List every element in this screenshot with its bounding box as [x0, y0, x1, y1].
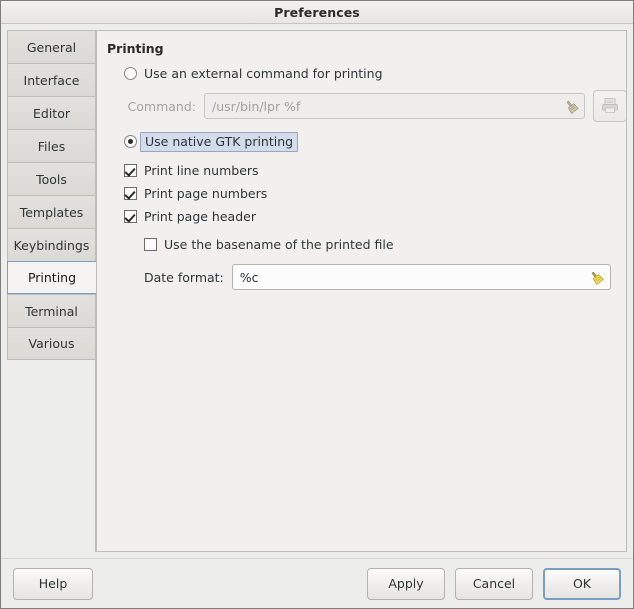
- sidebar-item-keybindings[interactable]: Keybindings: [7, 228, 95, 261]
- print-options-checkbox-group: Print line numbers Print page numbers Prin…: [124, 159, 616, 255]
- sidebar-item-tools[interactable]: Tools: [7, 162, 95, 195]
- external-command-radio-row[interactable]: Use an external command for printing: [124, 62, 616, 84]
- date-format-label: Date format:: [144, 269, 224, 285]
- sidebar-item-files[interactable]: Files: [7, 129, 95, 162]
- sidebar-item-terminal[interactable]: Terminal: [7, 294, 95, 327]
- checkbox-row[interactable]: Print line numbers: [124, 159, 616, 181]
- checkbox-label: Print line numbers: [144, 162, 259, 178]
- checkbox-use-the-basename-of-the-printed-file[interactable]: [144, 237, 157, 251]
- sidebar-item-label: Various: [28, 336, 75, 351]
- sidebar-tab-list: General Interface Editor Files Tools Template…: [7, 30, 96, 552]
- sidebar-item-label: Templates: [19, 204, 84, 220]
- command-input-value: /usr/bin/lpr %f: [212, 98, 301, 114]
- sidebar-item-interface[interactable]: Interface: [7, 63, 95, 96]
- date-format-value: %c: [239, 269, 259, 285]
- dialog-body: General Interface Editor Files Tools Template…: [1, 24, 633, 608]
- native-gtk-radio-row[interactable]: Use native GTK printing: [124, 130, 616, 152]
- sidebar-item-printing[interactable]: Printing: [7, 261, 96, 294]
- sidebar-item-label: Terminal: [25, 303, 78, 319]
- sidebar-item-label: General: [26, 39, 77, 55]
- sidebar-filler: [7, 360, 95, 552]
- broom-clear-icon[interactable]: [562, 99, 580, 114]
- checkbox-label: Print page header: [144, 208, 256, 224]
- checkbox-row[interactable]: Print page header: [124, 205, 616, 227]
- sidebar-item-label: Tools: [36, 171, 67, 187]
- printing-options-group: Use an external command for printing Com…: [107, 62, 626, 290]
- broom-clear-icon[interactable]: [588, 270, 606, 285]
- printing-settings-page: Printing Use an external command for pri…: [96, 30, 627, 552]
- printer-icon: [602, 98, 618, 113]
- checkbox-row[interactable]: Use the basename of the printed file: [124, 233, 616, 255]
- window-title: Preferences: [274, 4, 360, 20]
- preferences-notebook: General Interface Editor Files Tools Template…: [7, 30, 627, 552]
- sidebar-item-label: Keybindings: [13, 237, 90, 253]
- external-command-radio[interactable]: [124, 66, 137, 80]
- date-format-row: Date format: %c: [124, 264, 616, 290]
- sidebar-item-label: Printing: [27, 270, 77, 285]
- native-gtk-radio[interactable]: [124, 134, 137, 148]
- sidebar-item-label: Editor: [33, 105, 70, 121]
- external-command-radio-label: Use an external command for printing: [144, 65, 383, 81]
- date-format-input[interactable]: %c: [231, 264, 611, 290]
- ok-button[interactable]: OK: [543, 567, 621, 600]
- sidebar-item-label: Files: [37, 138, 66, 154]
- command-label: Command:: [127, 98, 196, 114]
- help-button[interactable]: Help: [13, 567, 93, 600]
- sidebar-item-general[interactable]: General: [7, 30, 95, 63]
- cancel-button[interactable]: Cancel: [455, 567, 533, 600]
- command-row: Command: /usr/bin/lpr %f: [124, 90, 626, 122]
- dialog-action-area: Help Apply Cancel OK: [1, 558, 633, 608]
- command-input[interactable]: /usr/bin/lpr %f: [204, 93, 585, 119]
- apply-button[interactable]: Apply: [367, 567, 445, 600]
- sidebar-item-templates[interactable]: Templates: [7, 195, 95, 228]
- titlebar: Preferences: [1, 1, 633, 24]
- sidebar-item-various[interactable]: Various: [7, 327, 95, 360]
- preferences-dialog: Preferences General Interface Editor Files T…: [0, 0, 634, 609]
- checkbox-row[interactable]: Print page numbers: [124, 182, 616, 204]
- checkbox-print-page-numbers[interactable]: [124, 186, 137, 200]
- choose-printer-button[interactable]: [593, 90, 626, 122]
- sidebar-item-editor[interactable]: Editor: [7, 96, 95, 129]
- checkbox-print-page-header[interactable]: [124, 209, 137, 223]
- checkbox-label: Use the basename of the printed file: [164, 236, 394, 252]
- checkbox-label: Print page numbers: [144, 185, 268, 201]
- native-gtk-radio-label: Use native GTK printing: [140, 131, 299, 152]
- sidebar-item-label: Interface: [23, 72, 80, 88]
- page-title: Printing: [107, 41, 164, 56]
- checkbox-print-line-numbers[interactable]: [124, 163, 137, 177]
